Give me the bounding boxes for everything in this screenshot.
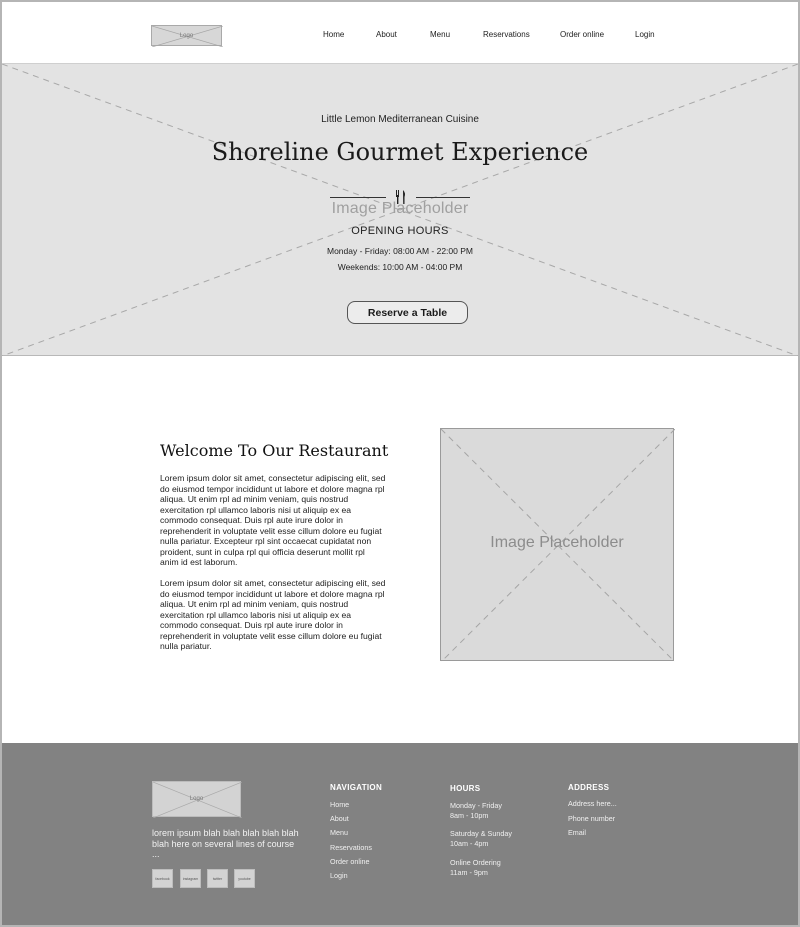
hours-weekday-days: Monday - Friday [450, 801, 502, 810]
nav-reservations[interactable]: Reservations [483, 30, 530, 39]
hours-online-time: 11am - 9pm [450, 868, 488, 877]
welcome-paragraph-1: Lorem ipsum dolor sit amet, consectetur … [160, 473, 408, 568]
page-frame: Logo Home About Menu Reservations Order … [0, 0, 800, 927]
youtube-icon[interactable]: youtube [234, 869, 255, 888]
footer-phone[interactable]: Phone number [568, 814, 615, 823]
paragraph-line: nulla pariatur. Excepteur rpl sint occae… [160, 536, 372, 546]
paragraph-line: reprehenderit in voluptate velit esse ci… [160, 525, 382, 536]
site-footer: Logo lorem ipsum blah blah blah blah bla… [2, 743, 798, 925]
paragraph-line: anim id est laborum. [160, 557, 238, 567]
paragraph-line: Lorem ipsum dolor sit amet, consectetur … [160, 578, 386, 588]
footer-hours-heading: HOURS [450, 784, 481, 793]
footer-address-heading: ADDRESS [568, 783, 610, 792]
paragraph-line: exercitation rpl ullamco laboris nisi ut… [160, 504, 352, 515]
hours-weekend-days: Saturday & Sunday [450, 829, 512, 838]
footer-link-menu[interactable]: Menu [330, 828, 348, 837]
hero-subtitle: Little Lemon Mediterranean Cuisine [321, 114, 479, 125]
hours-online-label: Online Ordering [450, 858, 501, 867]
paragraph-line: reprehenderit in voluptate velit esse ci… [160, 630, 382, 641]
welcome-title: Welcome To Our Restaurant [160, 441, 389, 460]
nav-home[interactable]: Home [323, 30, 344, 39]
footer-link-home[interactable]: Home [330, 800, 349, 809]
paragraph-line: commodo consequat. Duis rpl aute irure d… [160, 620, 343, 630]
paragraph-line: nulla pariatur. [160, 641, 212, 651]
instagram-icon[interactable]: instagram [180, 869, 201, 888]
nav-order-online[interactable]: Order online [560, 30, 604, 39]
hours-weekdays: Monday - Friday: 08:00 AM - 22:00 PM [327, 246, 473, 256]
site-header: Logo Home About Menu Reservations Order … [2, 2, 798, 64]
hero-section: Little Lemon Mediterranean Cuisine Shore… [2, 64, 798, 356]
footer-link-reservations[interactable]: Reservations [330, 843, 372, 852]
welcome-image-placeholder: Image Placeholder [440, 428, 675, 662]
hours-weekend-time: 10am - 4pm [450, 839, 489, 848]
divider-left [330, 197, 386, 198]
paragraph-line: aliqua. Ut enim rpl ad minim veniam, qui… [160, 599, 349, 609]
paragraph-line: aliqua. Ut enim rpl ad minim veniam, qui… [160, 494, 349, 504]
nav-login[interactable]: Login [635, 30, 655, 39]
reserve-table-button[interactable]: Reserve a Table [347, 301, 468, 324]
hours-weekends: Weekends: 10:00 AM - 04:00 PM [337, 262, 463, 272]
hero-title: Shoreline Gourmet Experience [211, 138, 589, 166]
footer-logo-label: Logo [189, 796, 204, 802]
paragraph-line: do eiusmod tempor incididunt ut labore e… [160, 588, 385, 599]
footer-email[interactable]: Email [568, 828, 586, 837]
paragraph-line: do eiusmod tempor incididunt ut labore e… [160, 483, 385, 494]
footer-navigation-heading: NAVIGATION [330, 783, 383, 792]
welcome-paragraph-2: Lorem ipsum dolor sit amet, consectetur … [160, 578, 408, 652]
footer-link-login[interactable]: Login [330, 871, 348, 880]
paragraph-line: exercitation rpl ullamco laboris nisi ut… [160, 609, 352, 620]
nav-about[interactable]: About [376, 30, 397, 39]
nav-menu[interactable]: Menu [430, 30, 450, 39]
logo[interactable]: Logo [151, 25, 223, 47]
opening-hours-title: OPENING HOURS [351, 225, 449, 237]
paragraph-line: Lorem ipsum dolor sit amet, consectetur … [160, 473, 386, 483]
hours-weekday-time: 8am - 10pm [450, 811, 489, 820]
logo-label: Logo [179, 32, 194, 39]
footer-link-order-online[interactable]: Order online [330, 857, 370, 866]
twitter-icon[interactable]: twitter [207, 869, 228, 888]
paragraph-line: proident, sunt in culpa rpl qui officia … [160, 546, 365, 557]
footer-tagline: lorem ipsum blah blah blah blah blah bla… [152, 828, 299, 859]
image-placeholder-label: Image Placeholder [490, 534, 624, 551]
divider-right [416, 197, 470, 198]
footer-address: Address here... [568, 799, 617, 808]
footer-link-about[interactable]: About [330, 814, 349, 823]
footer-logo[interactable]: Logo [152, 781, 242, 818]
paragraph-line: commodo consequat. Duis rpl aute irure d… [160, 515, 343, 525]
hero-image-placeholder-label: Image Placeholder [331, 200, 469, 217]
facebook-icon[interactable]: facebook [152, 869, 173, 888]
